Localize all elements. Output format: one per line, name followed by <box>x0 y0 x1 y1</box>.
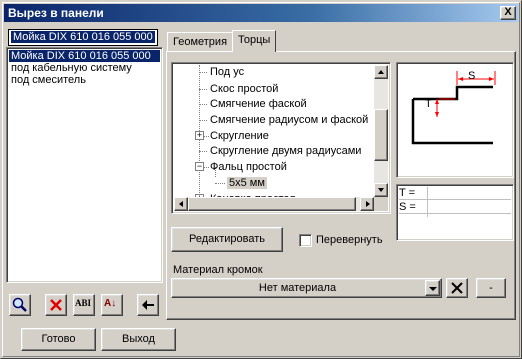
tab-geometry[interactable]: Геометрия <box>167 32 234 52</box>
rename-icon: ABI <box>75 298 92 308</box>
magnifier-icon <box>12 297 27 312</box>
arrow-up-icon <box>378 70 384 74</box>
arrow-down-icon <box>378 188 384 192</box>
tab-edges[interactable]: Торцы <box>232 30 277 52</box>
tree-item-label: Скос простой <box>210 83 279 95</box>
tree-item-label: Фальц простой <box>210 161 287 173</box>
preview-label-s: S <box>468 70 476 82</box>
flip-label: Перевернуть <box>316 234 383 246</box>
tree-item[interactable]: Скос простой <box>210 83 278 96</box>
param-label: T = <box>399 187 416 199</box>
tab-edges-label: Торцы <box>238 34 271 46</box>
list-item-label: под смеситель <box>11 74 86 86</box>
sort-icon: A↓ <box>104 298 117 309</box>
tree-connector <box>215 183 225 184</box>
red-x-icon <box>50 299 62 311</box>
grid-line <box>399 199 511 200</box>
dialog-window: Вырез в панели X Мойка DIX 610 016 055 0… <box>0 0 522 359</box>
clear-material-button[interactable] <box>446 278 468 298</box>
cutout-list[interactable]: Мойка DIX 610 016 055 000 под кабельную … <box>6 47 163 283</box>
material-extra-label: - <box>489 282 493 294</box>
title-bar[interactable]: Вырез в панели <box>4 4 518 22</box>
params-grid[interactable]: T = S = <box>396 184 514 241</box>
rename-button[interactable]: ABI <box>73 294 95 316</box>
scroll-thumb[interactable] <box>374 109 388 161</box>
tree-connector <box>199 151 207 152</box>
tree-connector <box>204 136 209 137</box>
tree-item[interactable]: Фальц простой <box>210 161 287 174</box>
material-value: Нет материала <box>258 282 337 294</box>
chevron-down-icon <box>429 287 437 291</box>
close-icon: X <box>504 6 512 18</box>
list-item[interactable]: Мойка DIX 610 016 055 000 <box>9 50 160 62</box>
expand-icon[interactable]: + <box>195 131 204 140</box>
material-label: Материал кромок <box>173 264 263 276</box>
preview-label-t: T <box>425 98 432 110</box>
material-select[interactable]: Нет материала <box>171 278 442 298</box>
tree-item[interactable]: Скругление <box>210 130 269 143</box>
edge-profile-tree[interactable]: Под ус Скос простой Смягчение фаской Смя… <box>171 62 391 214</box>
scroll-corner <box>374 197 388 211</box>
find-button[interactable] <box>9 294 31 316</box>
tree-item-label: Под ус <box>210 66 245 78</box>
list-item[interactable]: под смеситель <box>9 74 160 86</box>
sort-button[interactable]: A↓ <box>101 294 123 316</box>
tree-item-label: Скругление <box>210 130 269 142</box>
cutout-name-field[interactable]: Мойка DIX 610 016 055 000 <box>8 29 158 46</box>
scroll-left-button[interactable] <box>174 197 188 211</box>
tree-item[interactable]: Смягчение радиусом и фаской <box>210 114 368 127</box>
tree-item[interactable]: Под ус <box>210 66 244 79</box>
tree-item-label: Смягчение фаской <box>210 98 307 110</box>
exit-button-label: Выход <box>122 333 155 345</box>
profile-preview: S T <box>396 62 514 178</box>
tree-item-label: Смягчение радиусом и фаской <box>210 114 369 126</box>
tree-item-selected[interactable]: 5х5 мм <box>227 177 267 190</box>
tree-item-label: Скругление двумя радиусами <box>210 145 362 157</box>
tab-geometry-label: Геометрия <box>173 36 228 48</box>
param-row-s[interactable]: S = <box>399 201 416 213</box>
arrow-left-icon <box>179 201 183 207</box>
list-item-label: Мойка DIX 610 016 055 000 <box>11 50 151 62</box>
flip-checkbox[interactable] <box>299 234 312 247</box>
grid-line <box>399 213 511 214</box>
scroll-down-button[interactable] <box>374 183 388 197</box>
edit-button[interactable]: Редактировать <box>171 227 283 252</box>
done-button-label: Готово <box>41 333 76 345</box>
done-button[interactable]: Готово <box>21 328 96 351</box>
collapse-icon[interactable]: − <box>195 162 204 171</box>
close-button[interactable]: X <box>500 6 516 20</box>
tree-connector <box>199 72 207 73</box>
exit-button[interactable]: Выход <box>101 328 176 351</box>
arrow-left-icon <box>142 300 154 310</box>
param-row-t[interactable]: T = <box>399 187 415 199</box>
profile-drawing <box>411 71 496 145</box>
scroll-right-button[interactable] <box>360 197 374 211</box>
tree-connector <box>204 167 209 168</box>
list-item[interactable]: под кабельную систему <box>9 62 160 74</box>
delete-button[interactable] <box>45 294 67 316</box>
arrow-right-icon <box>366 201 370 207</box>
tree-item[interactable]: Скругление двумя радиусами <box>210 145 361 158</box>
tree-connector <box>199 120 207 121</box>
scroll-up-button[interactable] <box>374 65 388 79</box>
cutout-name-value: Мойка DIX 610 016 055 000 <box>11 31 155 43</box>
scroll-h-thumb[interactable] <box>188 197 356 211</box>
back-button[interactable] <box>137 294 159 316</box>
window-title: Вырез в панели <box>8 6 104 20</box>
param-label: S = <box>399 201 416 213</box>
tree-item-label: 5х5 мм <box>227 177 267 189</box>
x-icon <box>451 282 463 294</box>
list-item-label: под кабельную систему <box>11 62 132 74</box>
material-dropdown-button[interactable] <box>425 280 440 296</box>
tree-connector <box>199 104 207 105</box>
material-extra-button[interactable]: - <box>476 278 506 298</box>
tree-item[interactable]: Смягчение фаской <box>210 98 307 111</box>
edit-button-label: Редактировать <box>189 233 265 245</box>
tree-connector <box>199 89 207 90</box>
